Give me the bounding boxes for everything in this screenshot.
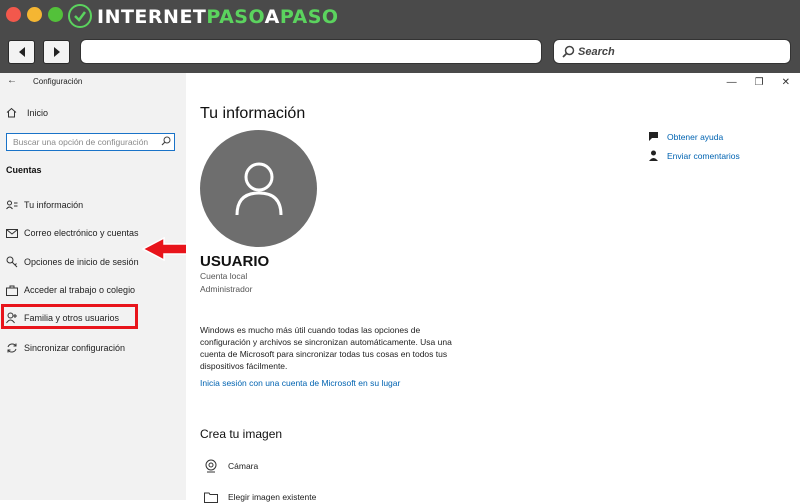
back-button[interactable]	[8, 40, 35, 64]
sidebar-item-label: Acceder al trabajo o colegio	[24, 285, 136, 295]
user-card-icon	[6, 199, 18, 211]
help-chat-icon	[649, 132, 658, 141]
sidebar-item-label: Tu información	[24, 200, 84, 210]
page-title: Tu información	[200, 105, 306, 122]
search-label: Search	[578, 45, 615, 58]
forward-button[interactable]	[43, 40, 70, 64]
close-button[interactable]: ✕	[782, 77, 790, 88]
choose-image-option[interactable]: Elegir imagen existente	[204, 491, 316, 503]
home-label: Inicio	[27, 107, 49, 118]
settings-search-input[interactable]: Buscar una opción de configuración	[6, 133, 175, 151]
sidebar-item-sincronizar[interactable]: Sincronizar configuración	[6, 341, 125, 355]
camera-label: Cámara	[228, 461, 259, 471]
window-title: Configuración	[33, 77, 83, 86]
microsoft-signin-link[interactable]: Inicia sesión con una cuenta de Microsof…	[200, 378, 400, 388]
minimize-button[interactable]: —	[727, 77, 737, 88]
avatar	[200, 130, 317, 247]
sidebar-item-label: Sincronizar configuración	[24, 343, 126, 353]
address-bar[interactable]	[80, 39, 542, 64]
search-icon	[161, 136, 171, 146]
maximize-button[interactable]: ❐	[755, 77, 764, 88]
user-silhouette-icon	[235, 162, 282, 215]
user-name: USUARIO	[200, 253, 270, 270]
window-controls: — ❐ ✕	[727, 77, 790, 88]
account-type: Cuenta local	[200, 271, 248, 281]
sidebar-item-home[interactable]: Inicio	[6, 107, 48, 118]
home-icon	[6, 107, 17, 118]
send-feedback-label: Enviar comentarios	[667, 150, 740, 161]
browser-chrome: INTERNETPASOAPASO Search	[0, 0, 800, 73]
sidebar-item-opciones-inicio[interactable]: Opciones de inicio de sesión	[6, 255, 139, 269]
key-icon	[6, 256, 18, 268]
folder-icon	[204, 492, 218, 503]
briefcase-icon	[6, 284, 18, 296]
logo-icon	[68, 4, 92, 28]
send-feedback-link[interactable]: Enviar comentarios	[648, 150, 740, 161]
highlight-box	[1, 304, 138, 329]
choose-image-label: Elegir imagen existente	[228, 492, 317, 502]
feedback-icon	[649, 150, 658, 161]
sidebar-item-tu-informacion[interactable]: Tu información	[6, 198, 83, 212]
sidebar-item-trabajo-colegio[interactable]: Acceder al trabajo o colegio	[6, 283, 135, 297]
minimize-window-button[interactable]	[27, 7, 42, 22]
section-title: Cuentas	[6, 165, 42, 175]
sidebar-item-label: Opciones de inicio de sesión	[24, 257, 139, 267]
create-image-title: Crea tu imagen	[200, 427, 283, 441]
zoom-window-button[interactable]	[48, 7, 63, 22]
forward-arrow-icon	[53, 47, 60, 57]
sync-icon	[6, 342, 18, 354]
get-help-link[interactable]: Obtener ayuda	[648, 131, 723, 142]
site-logo: INTERNETPASOAPASO	[97, 6, 339, 28]
close-window-button[interactable]	[6, 7, 21, 22]
sidebar-item-correo[interactable]: Correo electrónico y cuentas	[6, 226, 139, 240]
settings-main-panel: — ❐ ✕ Tu información USUARIO Cuenta loca…	[186, 73, 800, 503]
back-arrow-icon	[18, 47, 25, 57]
account-role: Administrador	[200, 284, 253, 294]
info-text: Windows es mucho más útil cuando todas l…	[200, 325, 452, 371]
search-icon	[562, 45, 575, 58]
webcam-icon	[205, 459, 217, 473]
settings-sidebar: ← Configuración Inicio Buscar una opción…	[0, 73, 186, 500]
camera-option[interactable]: Cámara	[204, 459, 258, 473]
mail-icon	[6, 227, 18, 239]
get-help-label: Obtener ayuda	[667, 131, 724, 142]
sidebar-item-label: Correo electrónico y cuentas	[24, 228, 139, 238]
back-arrow-icon[interactable]: ←	[7, 75, 17, 86]
browser-search-field[interactable]: Search	[553, 39, 791, 64]
search-placeholder: Buscar una opción de configuración	[13, 137, 149, 147]
